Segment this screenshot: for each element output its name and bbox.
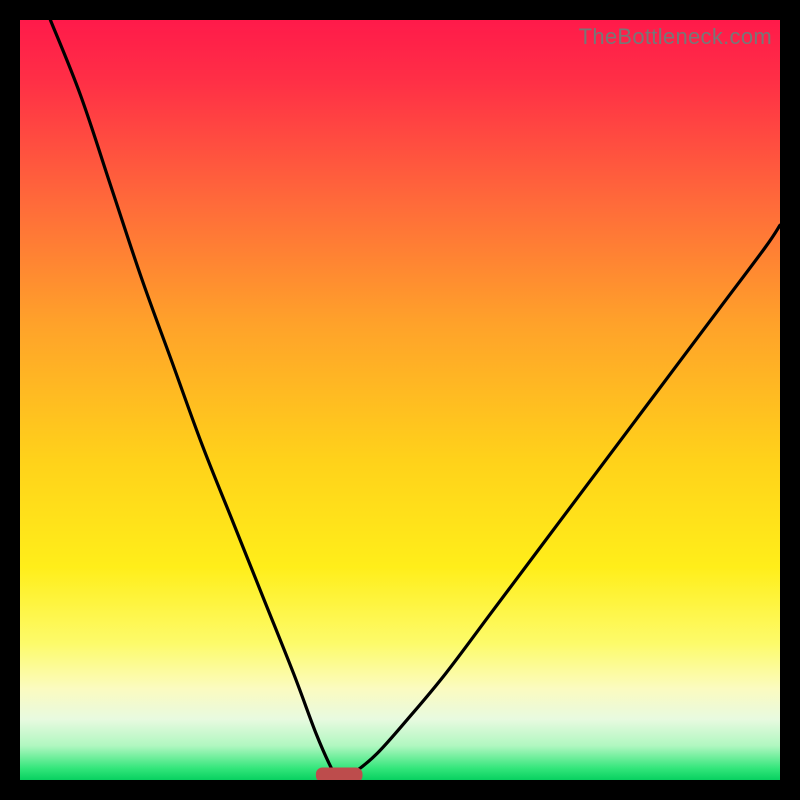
optimum-marker (316, 768, 362, 780)
chart-svg (20, 20, 780, 780)
watermark-text: TheBottleneck.com (579, 24, 772, 50)
chart-background (20, 20, 780, 780)
chart-frame: TheBottleneck.com (20, 20, 780, 780)
